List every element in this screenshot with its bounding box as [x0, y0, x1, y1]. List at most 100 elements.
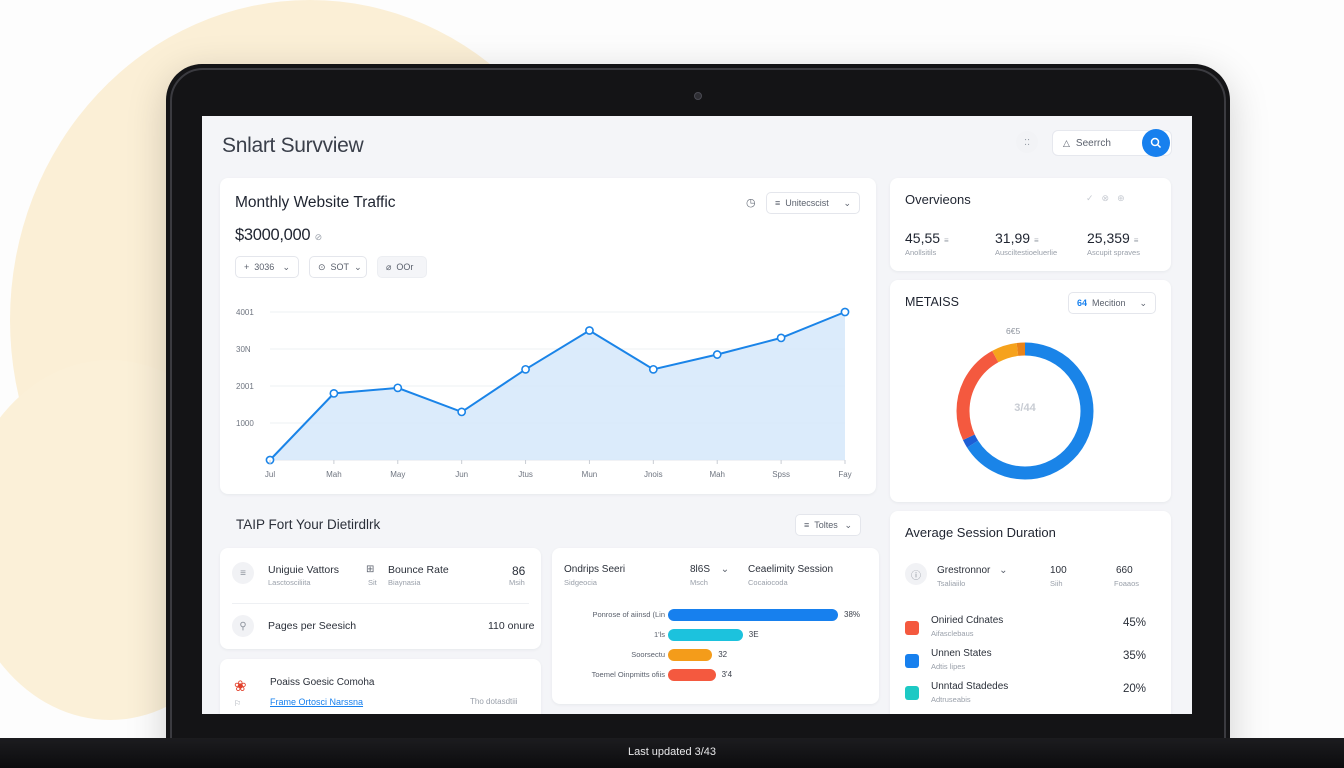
overview-stat-1-value: 45,55	[905, 230, 941, 246]
chevron-down-icon: ⌄	[999, 565, 1008, 576]
metrics-dropdown[interactable]: 64 Mecition ⌄	[1068, 292, 1156, 314]
traffic-point[interactable]	[329, 389, 339, 398]
dashboard-screen: Snlart Survview :: △ Seerrch Monthly Web…	[202, 116, 1192, 714]
country-link[interactable]: Frame Ortosci Narssna	[270, 697, 363, 707]
chevron-down-icon: ⌄	[1139, 297, 1147, 308]
traffic-chart: 4001 30N 2001 1000 Jul Mah May Jun Jtus Mun Jnois M…	[236, 307, 852, 479]
avg-session-head-label: Grestronnor	[937, 565, 991, 576]
traffic-point[interactable]	[393, 383, 403, 393]
check-icon[interactable]: ✓	[1086, 193, 1102, 203]
user-icon: △	[1063, 137, 1070, 148]
add-icon[interactable]: ⊕	[1117, 193, 1133, 203]
overview-stat-1-unit: ≡	[943, 236, 949, 245]
y-tick-label: 1000	[236, 419, 254, 428]
sort-filter[interactable]: ⊙ SOT ⌄	[309, 256, 367, 278]
bounce-rate-value-sub: Msih	[509, 578, 525, 587]
sessions-col1-sub: Sidgeocia	[564, 578, 597, 587]
sessions-col3-label: Ceaelimity Session	[748, 564, 834, 575]
x-tick-label: Jtus	[518, 470, 533, 479]
traffic-total-value: $3000,000	[235, 226, 311, 244]
range-filter-label: OOr	[396, 262, 414, 272]
metrics-dropdown-value: 64	[1077, 298, 1088, 308]
sessions-col2-value: 8l6S	[690, 564, 711, 575]
search-icon	[1150, 137, 1162, 149]
close-icon[interactable]: ⊗	[1102, 193, 1118, 203]
y-tick-label: 30N	[236, 345, 251, 354]
country-right-label: Tho dotasdtiii	[470, 697, 518, 706]
unique-visitors-sub: Lasctosciliita	[268, 578, 311, 587]
year-filter[interactable]: + 3036 ⌄	[235, 256, 299, 278]
range-filter[interactable]: ⌀ OOr	[377, 256, 427, 278]
unique-visitors-side-label: Sit	[368, 578, 377, 587]
sessions-col2-sub: Msch	[690, 578, 708, 587]
overview-stat-1: 45,55 ≡	[905, 230, 949, 246]
overview-stat-1-label: Anollsitils	[905, 248, 937, 257]
traffic-point[interactable]	[712, 350, 722, 359]
country-row-sub: Aifasclebaus	[931, 629, 974, 638]
avg-session-card: Average Session Duration ⓘ Grestronnor ⌄…	[890, 511, 1171, 714]
y-tick-label: 2001	[236, 382, 254, 391]
avg-session-head[interactable]: Grestronnor ⌄	[937, 565, 1008, 576]
distribution-title: TAIP Fort Your Dietirdlrk	[236, 517, 381, 532]
country-flag-icon: ⚐	[234, 699, 242, 708]
unit-dropdown-label: Unitecscist	[785, 198, 829, 208]
traffic-card: Monthly Website Traffic ◷ ≡ Unitecscist …	[220, 178, 876, 494]
session-bars: Ponrose of aiinsd (Lin 38% 1'ls 3E Soors…	[552, 600, 879, 700]
legend-swatch	[905, 621, 919, 635]
overview-stat-2: 31,99 ≡	[995, 230, 1039, 246]
search-placeholder: Seerrch	[1075, 137, 1111, 149]
legend-swatch	[905, 654, 919, 668]
chevron-down-icon: ⌄	[844, 519, 852, 530]
session-bar-label: Toemel Oinpmitts ofiis	[591, 670, 665, 679]
chevron-down-icon: ⌄	[282, 261, 290, 272]
bounce-rate-sub: Biaynasia	[388, 578, 421, 587]
unit-dropdown[interactable]: ≡ Unitecscist ⌄	[766, 192, 860, 214]
x-tick-label: Mun	[582, 470, 598, 479]
x-tick-label: Spss	[772, 470, 790, 479]
pages-icon: ⚲	[232, 615, 254, 637]
country-row-label: Oniried Cdnates	[931, 615, 1004, 626]
overview-stat-3-value: 25,359	[1087, 230, 1130, 246]
x-tick-label: Jun	[455, 470, 468, 479]
sort-filter-label: SOT	[330, 262, 350, 272]
overview-stat-3-label: Ascupit spraves	[1087, 248, 1140, 257]
clock-icon[interactable]: ◷	[746, 196, 756, 209]
distribution-dropdown[interactable]: ≡ Toltes ⌄	[795, 514, 861, 536]
camera-icon	[694, 92, 702, 100]
traffic-point[interactable]	[521, 364, 530, 374]
overview-stat-2-label: Ausciltestioeluerlie	[995, 248, 1058, 257]
avg-session-c2: 660	[1116, 565, 1133, 576]
traffic-point[interactable]	[585, 326, 594, 335]
country-row-label: Unnen States	[931, 648, 992, 659]
y-tick-label: 4001	[236, 308, 254, 317]
overview-card: Overvieons ✓⊗⊕ 45,55 ≡ Anollsitils 31,99…	[890, 178, 1171, 271]
traffic-point[interactable]	[840, 307, 850, 317]
session-bar-label: 1'ls	[653, 630, 665, 639]
search-button[interactable]	[1142, 129, 1170, 157]
traffic-point[interactable]	[457, 407, 467, 417]
sessions-col3-sub: Cocaiocoda	[748, 578, 788, 587]
overview-stat-3: 25,359 ≡	[1087, 230, 1138, 246]
x-tick-label: Mah	[709, 470, 725, 479]
info-icon: ⓘ	[905, 563, 927, 585]
session-bar	[668, 609, 838, 621]
x-tick-label: Fay	[838, 470, 851, 479]
x-tick-label: Jnois	[644, 470, 663, 479]
chevron-down-icon: ⌄	[720, 564, 730, 575]
chevron-down-icon: ⌄	[843, 197, 851, 208]
traffic-point[interactable]	[776, 333, 786, 343]
visitors-card: ≡ Uniguie Vattors Lasctosciliita ⊞ Sit B…	[220, 548, 541, 649]
avg-session-head-sub: Tsaliaiilo	[937, 579, 966, 588]
session-bar-value: 32	[718, 650, 728, 659]
session-bar	[668, 629, 743, 641]
grid-small-icon: ⊞	[366, 564, 375, 575]
x-tick-label: Mah	[326, 470, 342, 479]
pages-per-session-label: Pages per Seesich	[268, 620, 357, 632]
avg-session-title: Average Session Duration	[905, 525, 1056, 540]
pages-per-session-value: 110 onure	[488, 620, 535, 632]
sessions-col2-label[interactable]: 8l6S ⌄	[690, 564, 729, 575]
traffic-point[interactable]	[648, 364, 658, 374]
donut-top-label: 6€5	[1006, 326, 1021, 336]
grid-icon[interactable]: ::	[1016, 131, 1038, 153]
session-bar	[668, 669, 716, 681]
